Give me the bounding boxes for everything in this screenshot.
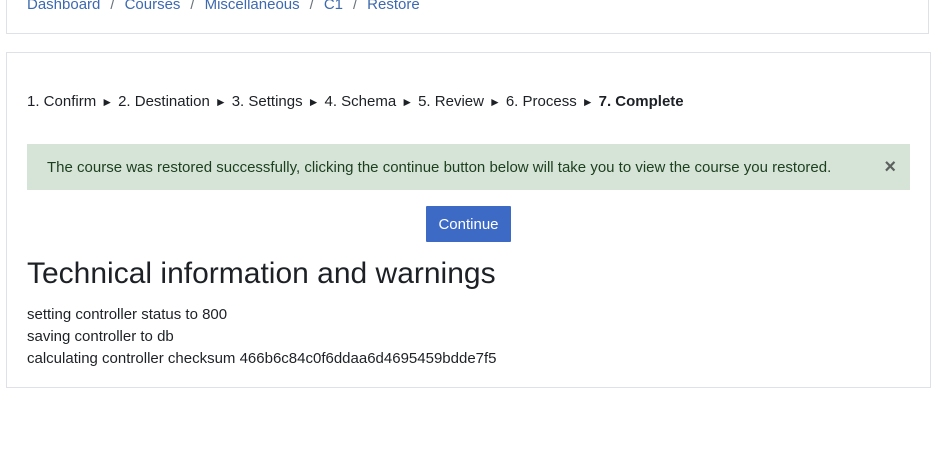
- step-confirm: 1. Confirm: [27, 93, 97, 110]
- breadcrumb-card: Dashboard / Courses / Miscellaneous / C1…: [6, 0, 929, 34]
- restore-steps: 1. Confirm ► 2. Destination ► 3. Setting…: [27, 93, 684, 110]
- breadcrumb-separator: /: [353, 0, 358, 13]
- breadcrumb-courses-link[interactable]: Courses: [125, 0, 181, 13]
- breadcrumb-separator: /: [309, 0, 314, 13]
- log-line: setting controller status to 800: [27, 306, 228, 323]
- step-arrow-icon: ►: [214, 94, 227, 109]
- step-arrow-icon: ►: [101, 94, 114, 109]
- step-schema: 4. Schema: [324, 93, 397, 110]
- success-alert-message: The course was restored successfully, cl…: [47, 158, 832, 176]
- breadcrumb-separator: /: [110, 0, 115, 13]
- step-arrow-icon: ►: [307, 94, 320, 109]
- log-line: calculating controller checksum 466b6c84…: [27, 350, 497, 367]
- log-line: saving controller to db: [27, 328, 174, 345]
- restore-main-card: 1. Confirm ► 2. Destination ► 3. Setting…: [6, 52, 931, 388]
- technical-log: setting controller status to 800 saving …: [27, 304, 497, 370]
- breadcrumb-dashboard-link[interactable]: Dashboard: [27, 0, 100, 13]
- step-arrow-icon: ►: [488, 94, 501, 109]
- step-arrow-icon: ►: [581, 94, 594, 109]
- continue-button[interactable]: Continue: [426, 206, 511, 242]
- technical-info-heading: Technical information and warnings: [27, 257, 496, 290]
- breadcrumb-separator: /: [190, 0, 195, 13]
- step-review: 5. Review: [418, 93, 484, 110]
- success-alert: The course was restored successfully, cl…: [27, 144, 910, 190]
- breadcrumb-restore-link[interactable]: Restore: [367, 0, 420, 13]
- step-destination: 2. Destination: [118, 93, 210, 110]
- step-complete-current: 7. Complete: [598, 93, 684, 110]
- step-arrow-icon: ►: [401, 94, 414, 109]
- step-process: 6. Process: [505, 93, 577, 110]
- step-settings: 3. Settings: [231, 93, 303, 110]
- close-icon[interactable]: ×: [884, 157, 896, 177]
- breadcrumb: Dashboard / Courses / Miscellaneous / C1…: [27, 0, 420, 13]
- breadcrumb-course-link[interactable]: C1: [324, 0, 343, 13]
- breadcrumb-miscellaneous-link[interactable]: Miscellaneous: [205, 0, 300, 13]
